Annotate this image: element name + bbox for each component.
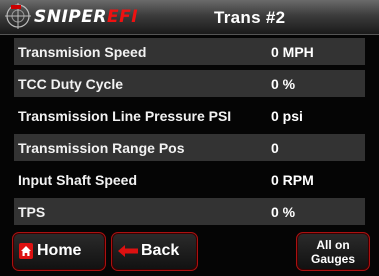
list-item: Transmission Range Pos 0 [14, 134, 365, 161]
screen: SNIPEREFI Trans #2 Transmision Speed 0 M… [0, 0, 379, 276]
item-label: Transmision Speed [18, 44, 147, 60]
item-label: Transmission Line Pressure PSI [18, 108, 232, 124]
page-title: Trans #2 [214, 8, 286, 27]
list-item: Transmission Line Pressure PSI 0 psi [14, 102, 365, 129]
item-value: 0 RPM [271, 172, 314, 188]
parameter-list: Transmision Speed 0 MPH TCC Duty Cycle 0… [14, 38, 365, 230]
item-label: TCC Duty Cycle [18, 76, 124, 92]
back-button[interactable]: Back [111, 232, 198, 271]
item-label: TPS [18, 204, 46, 220]
brand-suffix: EFI [106, 7, 139, 27]
home-button-label: Home [37, 242, 82, 259]
list-item: TCC Duty Cycle 0 % [14, 70, 365, 97]
all-on-gauges-button[interactable]: All on Gauges [296, 232, 370, 271]
header-bar: SNIPEREFI Trans #2 [0, 0, 379, 35]
list-item: TPS 0 % [14, 198, 365, 225]
item-value: 0 psi [271, 108, 303, 124]
arrow-left-icon [118, 245, 138, 257]
item-label: Input Shaft Speed [18, 172, 137, 188]
gauges-line-2: Gauges [310, 252, 355, 266]
item-value: 0 % [271, 76, 296, 92]
list-item: Input Shaft Speed 0 RPM [14, 166, 365, 193]
item-value: 0 MPH [271, 44, 314, 60]
home-icon [19, 243, 33, 259]
brand-logo: SNIPEREFI [34, 7, 138, 27]
home-button[interactable]: Home [12, 232, 106, 271]
item-label: Transmission Range Pos [18, 140, 185, 156]
item-value: 0 [271, 140, 279, 156]
crosshair-logo-icon [5, 3, 31, 29]
gauges-line-1: All on [316, 238, 350, 252]
item-value: 0 % [271, 204, 296, 220]
brand-prefix: SNIPER [34, 7, 107, 27]
back-button-label: Back [141, 242, 180, 259]
all-on-gauges-label: All on Gauges [297, 238, 369, 266]
list-item: Transmision Speed 0 MPH [14, 38, 365, 65]
